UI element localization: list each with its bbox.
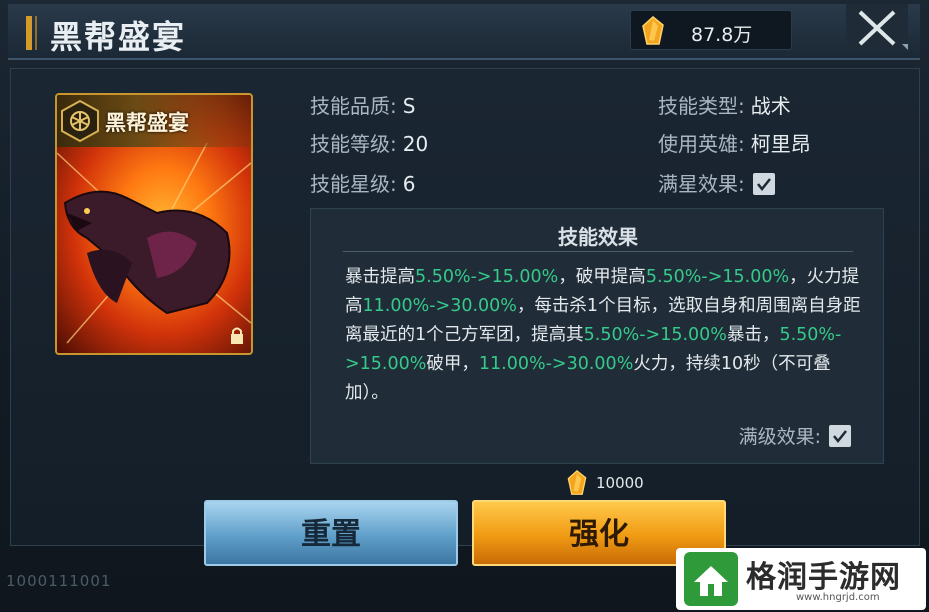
crystal-icon (642, 16, 664, 45)
skill-level-label: 技能等级: (310, 132, 397, 156)
max-level-checkbox[interactable] (829, 425, 851, 447)
effect-value-highlight: 11.00%->30.00% (362, 296, 517, 316)
skill-detail-window: 黑帮盛宴 87.8万 黑帮盛宴 技能品质: S 技能等级: 20 技能星级: 6… (0, 0, 929, 612)
close-icon[interactable] (846, 4, 908, 52)
full-star-checkbox[interactable] (752, 173, 775, 195)
effect-value-highlight: 11.00%->30.00% (478, 354, 634, 374)
skill-type-value: 战术 (750, 94, 791, 118)
checkmark-icon (756, 178, 771, 192)
skill-hero: 使用英雄: 柯里昂 (658, 128, 811, 157)
lock-icon (231, 327, 243, 344)
skill-star-label: 技能星级: (310, 172, 397, 196)
skill-star: 技能星级: 6 (310, 168, 415, 197)
card-name: 黑帮盛宴 (105, 110, 189, 135)
currency-display: 87.8万 (630, 10, 792, 50)
title-accent-bar (26, 16, 32, 50)
full-star-effect: 满星效果: (658, 168, 775, 197)
skill-type-label: 技能类型: (658, 94, 745, 118)
effect-value-highlight: 5.50%->15.00% (583, 325, 727, 345)
checkmark-icon (833, 430, 847, 444)
skill-effect-description: 暴击提高5.50%->15.00%，破甲提高5.50%->15.00%，火力提高… (345, 263, 865, 408)
effect-value-highlight: 5.50%->15.00% (415, 267, 559, 287)
max-level-label: 满级效果: (738, 426, 821, 448)
full-star-label: 满星效果: (658, 172, 745, 196)
skill-effect-box: 技能效果 暴击提高5.50%->15.00%，破甲提高5.50%->15.00%… (310, 208, 884, 464)
watermark-url: www.hngrjd.com (796, 592, 880, 603)
skill-quality: 技能品质: S (310, 90, 415, 119)
skill-level-value: 20 (402, 132, 429, 156)
watermark-text: 格润手游网 (746, 560, 901, 595)
site-logo-icon (684, 552, 738, 606)
skill-quality-label: 技能品质: (310, 94, 397, 118)
effect-text-segment: 暴击提高 (345, 267, 415, 287)
skill-effect-title: 技能效果 (558, 225, 638, 249)
skill-hero-value: 柯里昂 (750, 132, 811, 156)
skill-type-hex-icon (61, 99, 99, 143)
skill-level: 技能等级: 20 (310, 128, 428, 157)
effect-text-segment: 暴击， (726, 325, 780, 345)
window-title: 黑帮盛宴 (50, 18, 187, 56)
beast-artwork (57, 143, 251, 344)
effect-text-segment: ，破甲提高 (558, 267, 646, 287)
effect-divider (343, 251, 853, 252)
upgrade-cost: 10000 (564, 470, 644, 496)
max-level-effect: 满级效果: (739, 422, 851, 449)
reset-button[interactable]: 重置 (204, 500, 458, 566)
watermark: 格润手游网 www.hngrjd.com (676, 548, 926, 610)
skill-quality-value: S (402, 94, 416, 118)
effect-text-segment: 破甲， (426, 354, 479, 374)
effect-value-highlight: 5.50%->15.00% (645, 267, 790, 287)
skill-star-value: 6 (402, 172, 416, 196)
record-id: 1000111001 (6, 572, 112, 590)
currency-amount: 87.8万 (691, 24, 753, 46)
upgrade-cost-amount: 10000 (596, 474, 644, 492)
skill-hero-label: 使用英雄: (658, 132, 745, 156)
skill-type: 技能类型: 战术 (658, 90, 791, 119)
crystal-icon (567, 470, 587, 495)
title-accent-line (35, 16, 37, 50)
skill-card: 黑帮盛宴 (55, 93, 253, 355)
